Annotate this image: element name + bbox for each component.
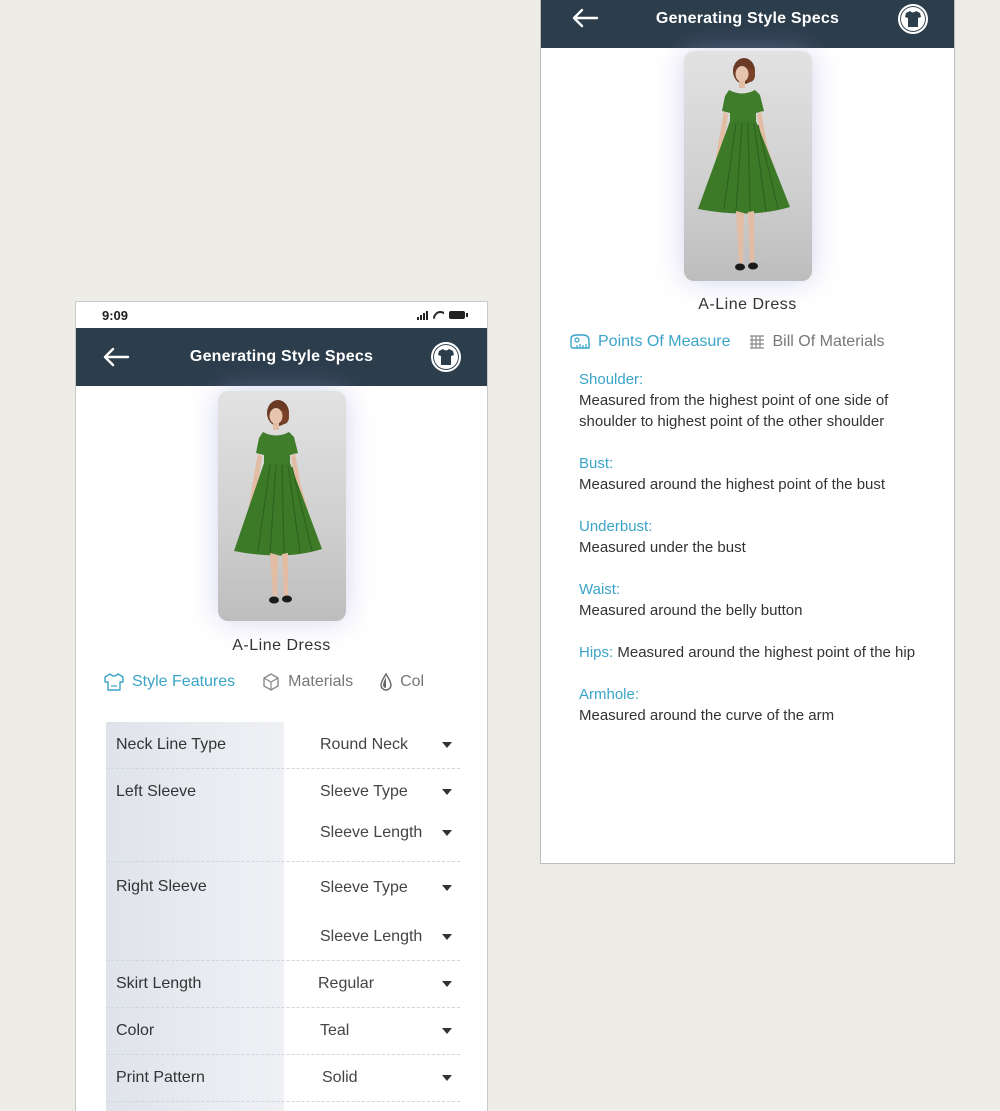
spec-label: Neck Line Type: [116, 736, 226, 753]
measure-item-bust: Bust: Measured around the highest point …: [579, 453, 926, 495]
app-header: Generating Style Specs: [541, 0, 954, 48]
status-bar: 9:09: [76, 302, 487, 328]
shirt-menu-button[interactable]: [898, 4, 928, 34]
measure-title: Hips:: [579, 644, 614, 661]
caret-down-icon: [442, 830, 452, 836]
dress-model-image: [697, 58, 790, 271]
measure-title: Waist:: [579, 581, 621, 598]
caret-down-icon: [442, 789, 452, 795]
spec-row-skirt-length: Skirt Length Regular: [106, 961, 460, 1008]
phone-screen-points-of-measure: Generating Style Specs A-Line Dress Poin…: [540, 0, 955, 864]
dropdown-value: Sleeve Length: [320, 824, 423, 841]
status-time: 9:09: [102, 307, 129, 323]
measure-title: Shoulder:: [579, 371, 644, 388]
caret-down-icon: [442, 1075, 452, 1081]
app-header: Generating Style Specs: [76, 328, 487, 386]
tab-materials-label: Materials: [288, 673, 354, 690]
product-name: A-Line Dress: [232, 637, 331, 654]
spec-label: Color: [116, 1022, 155, 1039]
battery-icon: [449, 311, 468, 319]
measure-item-waist: Waist: Measured around the belly button: [579, 579, 926, 621]
spec-label: Skirt Length: [116, 975, 202, 992]
measure-description: Measured under the bust: [579, 539, 746, 556]
points-of-measure-list: Shoulder: Measured from the highest poin…: [541, 351, 926, 726]
measure-title: Underbust:: [579, 518, 653, 535]
dropdown-value: Sleeve Type: [320, 783, 408, 800]
tab-color[interactable]: Col: [379, 672, 424, 692]
tab-points-of-measure-label: Points Of Measure: [598, 333, 731, 350]
caret-down-icon: [442, 981, 452, 987]
measuring-tape-icon: [570, 334, 590, 349]
tab-points-of-measure[interactable]: Points Of Measure: [569, 333, 731, 351]
page-title: Generating Style Specs: [189, 348, 374, 365]
fabric-roll-icon: [263, 673, 279, 691]
spec-label: Print Pattern: [116, 1069, 205, 1086]
phone-screen-style-features: 9:09 Generating Style Specs A-Line Dress…: [75, 301, 488, 1111]
left-sleeve-length-dropdown[interactable]: Sleeve Length: [284, 815, 460, 851]
dropdown-value: Regular: [318, 975, 375, 992]
tab-materials[interactable]: Materials: [261, 672, 353, 692]
caret-down-icon: [442, 934, 452, 940]
spec-row-color: Color Teal: [106, 1008, 460, 1055]
spec-row-right-sleeve: Right Sleeve Sleeve Type Sleeve Length: [106, 862, 460, 961]
measure-description: Measured around the belly button: [579, 602, 803, 619]
measure-description: Measured around the highest point of the…: [579, 476, 886, 493]
measure-item-hips: Hips: Measured around the highest point …: [579, 642, 926, 663]
drop-icon: [380, 672, 392, 691]
back-arrow-icon[interactable]: [102, 347, 130, 367]
measure-title: Bust:: [579, 455, 614, 472]
tab-bar: Points Of Measure Bill Of Materials: [541, 333, 954, 351]
color-dropdown[interactable]: Teal: [284, 1008, 460, 1054]
shirt-menu-button[interactable]: [431, 342, 461, 372]
wifi-icon: [433, 311, 444, 320]
dropdown-value: Round Neck: [320, 736, 409, 753]
dropdown-value: Sleeve Length: [320, 928, 423, 945]
product-photo: [217, 391, 346, 621]
dropdown-value: Teal: [320, 1022, 350, 1039]
measure-title: Armhole:: [579, 686, 640, 703]
spec-label: Right Sleeve: [116, 878, 207, 895]
dropdown-value: Solid: [322, 1069, 358, 1086]
left-sleeve-type-dropdown[interactable]: Sleeve Type: [284, 769, 460, 815]
tab-color-label: Col: [400, 673, 425, 690]
spec-label: Left Sleeve: [116, 783, 197, 800]
page-title: Generating Style Specs: [655, 10, 840, 27]
shirt-icon: [438, 349, 454, 365]
measure-item-shoulder: Shoulder: Measured from the highest poin…: [579, 369, 926, 432]
spec-row-left-sleeve: Left Sleeve Sleeve Type Sleeve Length: [106, 769, 460, 862]
caret-down-icon: [442, 742, 452, 748]
signal-icon: [417, 310, 428, 320]
skirt-length-dropdown[interactable]: Regular: [284, 961, 460, 1007]
print-pattern-dropdown[interactable]: Solid: [284, 1055, 460, 1101]
spec-row-print-pattern: Print Pattern Solid: [106, 1055, 460, 1102]
tab-style-features[interactable]: Style Features: [103, 672, 235, 692]
product-photo: [683, 51, 812, 281]
status-icons: [417, 310, 468, 320]
tab-bill-of-materials-label: Bill Of Materials: [772, 333, 885, 350]
grid-table-icon: [749, 335, 764, 349]
dress-model-image: [233, 400, 322, 604]
shirt-icon: [905, 11, 921, 27]
caret-down-icon: [442, 1028, 452, 1034]
tab-style-features-label: Style Features: [132, 673, 236, 690]
shirt-outline-icon: [104, 673, 124, 691]
measure-description: Measured from the highest point of one s…: [579, 392, 889, 430]
product-name: A-Line Dress: [698, 296, 797, 313]
measure-item-armhole: Armhole: Measured around the curve of th…: [579, 684, 926, 726]
caret-down-icon: [442, 885, 452, 891]
measure-description: Measured around the highest point of the…: [617, 644, 916, 661]
tab-bill-of-materials[interactable]: Bill Of Materials: [748, 333, 885, 351]
neck-line-dropdown[interactable]: Round Neck: [284, 722, 460, 768]
dropdown-value: Sleeve Type: [320, 879, 408, 896]
back-arrow-icon[interactable]: [571, 8, 599, 28]
spec-row-neck-line: Neck Line Type Round Neck: [106, 722, 460, 769]
tab-bar: Style Features Materials Col: [76, 672, 487, 692]
right-sleeve-type-dropdown[interactable]: Sleeve Type: [284, 862, 460, 914]
measure-item-underbust: Underbust: Measured under the bust: [579, 516, 926, 558]
right-sleeve-length-dropdown[interactable]: Sleeve Length: [284, 914, 460, 960]
measure-description: Measured around the curve of the arm: [579, 707, 835, 724]
style-features-table: Neck Line Type Round Neck Left Sleeve Sl…: [106, 722, 460, 1111]
